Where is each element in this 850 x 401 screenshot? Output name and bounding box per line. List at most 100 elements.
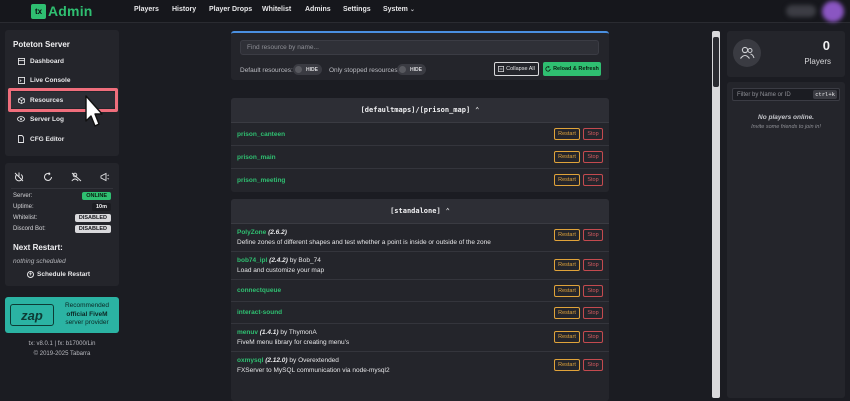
default-resources-label: Default resources:	[240, 67, 293, 74]
stop-button[interactable]: Stop	[583, 331, 603, 343]
next-restart-title: Next Restart:	[13, 243, 63, 252]
restart-server-icon[interactable]	[42, 171, 54, 183]
announcement-icon[interactable]	[99, 171, 111, 183]
restart-button[interactable]: Restart	[554, 359, 580, 371]
logo-mark: tx	[31, 3, 46, 19]
default-resources-toggle[interactable]: HIDE	[293, 64, 322, 75]
zap-logo: zap	[10, 304, 54, 326]
stopped-resources-toggle[interactable]: HIDE	[397, 64, 426, 75]
resource-version: (1.4.1)	[259, 329, 279, 336]
avatar[interactable]	[822, 1, 844, 22]
promo-text: Recommended official FiveM server provid…	[57, 302, 117, 328]
players-label: Players	[804, 57, 831, 66]
stopped-resources-label: Only stopped resources:	[329, 67, 400, 74]
collapse-icon	[498, 66, 505, 72]
resource-row: prison_canteen Restart Stop	[231, 123, 609, 146]
nav-admins[interactable]: Admins	[305, 6, 331, 13]
main-scrollbar[interactable]	[712, 31, 720, 398]
stop-button[interactable]: Stop	[583, 128, 603, 140]
resource-row: prison_main Restart Stop	[231, 146, 609, 169]
group-header[interactable]: [defaultmaps]/[prison_map] ⌃	[231, 98, 609, 123]
server-status-badge: ONLINE	[82, 192, 111, 200]
stop-button[interactable]: Stop	[583, 285, 603, 297]
collapse-all-button[interactable]: Collapse All	[494, 62, 539, 76]
kick-all-icon[interactable]	[70, 171, 82, 183]
next-restart-value: nothing scheduled	[13, 258, 66, 265]
resource-group-prison-map: [defaultmaps]/[prison_map] ⌃ prison_cant…	[231, 98, 609, 192]
nav-player-drops[interactable]: Player Drops	[209, 6, 252, 13]
resource-name: prison_main	[237, 154, 276, 161]
menu-label: CFG Editor	[30, 135, 65, 143]
resource-description: FiveM menu library for creating menu's	[237, 339, 350, 346]
player-filter-input[interactable]: Filter by Name or ID ctrl+k	[732, 88, 840, 101]
reload-refresh-label: Reload & Refresh	[553, 66, 599, 72]
nav-system-label: System	[383, 6, 408, 13]
restart-button[interactable]: Restart	[554, 259, 580, 271]
chevron-down-icon: ⌄	[409, 7, 415, 13]
discord-bot-badge: DISABLED	[74, 225, 111, 233]
username[interactable]	[786, 5, 816, 17]
stop-server-icon[interactable]	[13, 171, 25, 183]
server-controls	[5, 169, 119, 185]
resource-name: prison_canteen	[237, 131, 286, 138]
schedule-restart-button[interactable]: + Schedule Restart	[27, 271, 90, 278]
resource-name: PolyZone	[237, 229, 267, 236]
box-icon	[17, 96, 25, 104]
resource-row: bob74_ipl (2.4.2) by Bob_74 Load and cus…	[231, 252, 609, 280]
stop-button[interactable]: Stop	[583, 229, 603, 241]
restart-button[interactable]: Restart	[554, 285, 580, 297]
scrollbar-thumb[interactable]	[713, 37, 719, 87]
server-status-label: Server:	[13, 193, 33, 199]
resource-search-input[interactable]: Find resource by name...	[240, 40, 599, 55]
group-header[interactable]: [standalone] ⌃	[231, 199, 609, 224]
top-nav: tx Admin Players History Player Drops Wh…	[0, 0, 850, 23]
resource-name: oxmysql	[237, 357, 264, 364]
txadmin-logo[interactable]: tx Admin	[31, 3, 93, 19]
resource-name: bob74_ipl	[237, 257, 268, 264]
menu-label: Server Log	[30, 115, 64, 123]
nav-history[interactable]: History	[172, 6, 196, 13]
server-status-card: Server: ONLINE Uptime: 10m Whitelist: DI…	[5, 163, 119, 286]
resource-version: (2.6.2)	[268, 229, 287, 236]
resource-name: menuv	[237, 329, 258, 336]
nav-whitelist[interactable]: Whitelist	[262, 6, 291, 13]
copyright: © 2019-2025 Tabarra	[33, 351, 91, 357]
reload-refresh-button[interactable]: Reload & Refresh	[543, 62, 601, 76]
menu-item-live-console[interactable]: Live Console	[9, 72, 115, 88]
restart-button[interactable]: Restart	[554, 174, 580, 186]
restart-button[interactable]: Restart	[554, 307, 580, 319]
restart-button[interactable]: Restart	[554, 331, 580, 343]
chevron-up-icon: ⌃	[445, 207, 450, 215]
resource-group-standalone: [standalone] ⌃ PolyZone (2.6.2) Define z…	[231, 199, 609, 401]
eye-icon	[17, 115, 25, 123]
stop-button[interactable]: Stop	[583, 307, 603, 319]
nav-players[interactable]: Players	[134, 6, 159, 13]
terminal-icon	[17, 76, 25, 84]
restart-button[interactable]: Restart	[554, 229, 580, 241]
restart-button[interactable]: Restart	[554, 151, 580, 163]
divider	[11, 188, 113, 189]
resource-description: Define zones of different shapes and tes…	[237, 239, 491, 246]
resource-row: menuv (1.4.1) by ThymonA FiveM menu libr…	[231, 324, 609, 352]
discord-bot-label: Discord Bot:	[13, 226, 46, 232]
users-icon	[733, 39, 761, 67]
nav-system[interactable]: System ⌄	[383, 6, 415, 13]
resource-row: connectqueue Restart Stop	[231, 280, 609, 302]
menu-item-dashboard[interactable]: Dashboard	[9, 53, 115, 69]
nav-settings[interactable]: Settings	[343, 6, 371, 13]
restart-button[interactable]: Restart	[554, 128, 580, 140]
mouse-cursor-icon	[85, 95, 103, 127]
resource-row: PolyZone (2.6.2) Define zones of differe…	[231, 224, 609, 252]
stop-button[interactable]: Stop	[583, 151, 603, 163]
dashboard-icon	[17, 57, 25, 65]
menu-item-cfg-editor[interactable]: CFG Editor	[9, 131, 115, 147]
resource-author: by Overextended	[289, 357, 339, 364]
whitelist-badge: DISABLED	[74, 214, 111, 222]
resource-description: Load and customize your map	[237, 267, 325, 274]
stop-button[interactable]: Stop	[583, 174, 603, 186]
file-icon	[17, 135, 25, 143]
stop-button[interactable]: Stop	[583, 259, 603, 271]
zap-hosting-banner[interactable]: zap Recommended official FiveM server pr…	[5, 297, 119, 333]
shortcut-hint: ctrl+k	[813, 90, 837, 99]
stop-button[interactable]: Stop	[583, 359, 603, 371]
